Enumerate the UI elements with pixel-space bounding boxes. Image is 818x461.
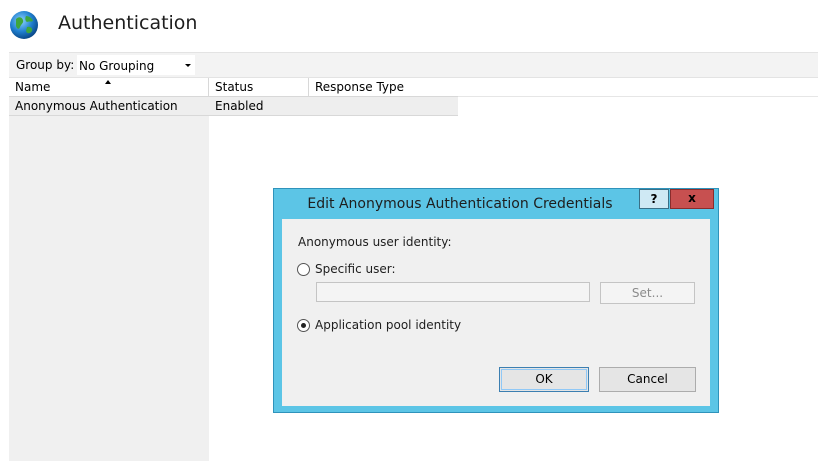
dialog-body: Anonymous user identity: Specific user: … — [282, 219, 710, 406]
group-by-select[interactable]: No Grouping — [76, 54, 196, 76]
ok-button[interactable]: OK — [499, 367, 589, 392]
cancel-button[interactable]: Cancel — [599, 367, 696, 392]
table-row[interactable]: Anonymous Authentication Enabled — [9, 97, 458, 116]
identity-label: Anonymous user identity: — [298, 235, 452, 249]
group-by-value: No Grouping — [79, 59, 155, 73]
specific-user-input[interactable] — [316, 282, 590, 302]
app-pool-identity-radio[interactable] — [297, 319, 310, 332]
specific-user-radio[interactable] — [297, 263, 310, 276]
divider — [458, 96, 818, 97]
column-header-label: Status — [215, 80, 254, 94]
sort-ascending-icon — [105, 80, 111, 84]
column-header-status[interactable]: Status — [209, 78, 309, 96]
features-table: Name Status Response Type Anonymous Auth… — [9, 78, 458, 116]
list-empty-area — [9, 114, 209, 461]
column-header-label: Name — [15, 80, 51, 94]
column-header-response-type[interactable]: Response Type — [309, 78, 458, 96]
edit-credentials-dialog: Edit Anonymous Authentication Credential… — [273, 188, 719, 413]
specific-user-label[interactable]: Specific user: — [315, 262, 396, 276]
dialog-title: Edit Anonymous Authentication Credential… — [307, 196, 613, 212]
toolbar: Group by: No Grouping — [9, 52, 818, 78]
ok-button-label: OK — [535, 372, 553, 386]
table-header: Name Status Response Type — [9, 78, 458, 97]
cell-response-type — [309, 97, 458, 115]
column-header-name[interactable]: Name — [9, 78, 209, 96]
set-button[interactable]: Set... — [600, 282, 695, 304]
column-header-label: Response Type — [315, 80, 405, 94]
cell-name: Anonymous Authentication — [15, 99, 178, 113]
chevron-down-icon — [185, 64, 191, 67]
cell-status: Enabled — [215, 99, 264, 113]
help-button[interactable]: ? — [639, 189, 669, 209]
page-title: Authentication — [58, 12, 198, 34]
close-button[interactable]: x — [670, 189, 714, 209]
globe-icon — [10, 11, 38, 39]
radio-selected-dot — [301, 323, 306, 328]
group-by-label: Group by: — [16, 58, 75, 72]
app-pool-identity-label[interactable]: Application pool identity — [315, 318, 461, 332]
